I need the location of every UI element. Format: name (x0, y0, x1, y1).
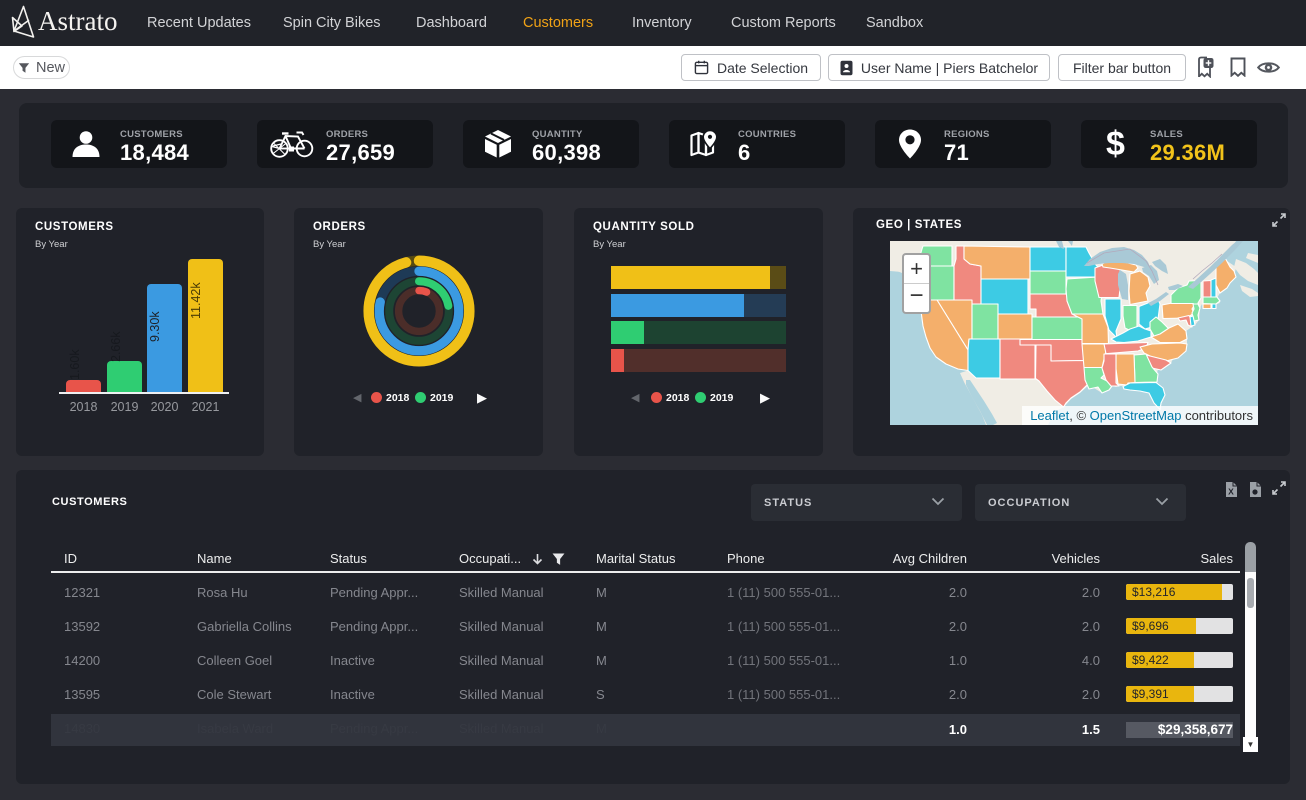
svg-text:X: X (1228, 487, 1234, 497)
